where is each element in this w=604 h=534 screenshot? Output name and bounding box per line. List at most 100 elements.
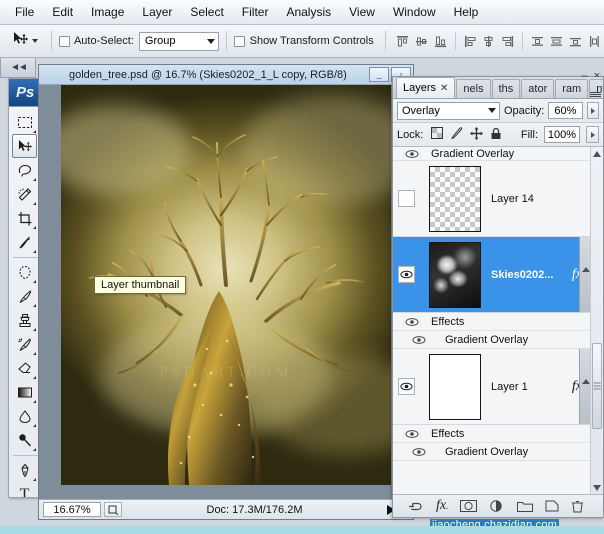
lock-transparent-pixels-icon[interactable]: [431, 127, 443, 142]
new-layer-icon[interactable]: [545, 500, 559, 512]
layer-thumbnail[interactable]: [429, 242, 481, 308]
layer-effect-row[interactable]: Gradient Overlay: [393, 443, 590, 461]
align-bottom-edges-icon[interactable]: [431, 32, 450, 51]
distribute-bottom-edges-icon[interactable]: [566, 32, 585, 51]
panel-menu-icon[interactable]: [590, 92, 601, 97]
delete-layer-icon[interactable]: [571, 500, 584, 513]
menu-item-view[interactable]: View: [340, 2, 384, 22]
fill-slider-button[interactable]: [586, 126, 599, 143]
add-layer-mask-icon[interactable]: [460, 500, 477, 512]
document-title-bar[interactable]: golden_tree.psd @ 16.7% (Skies0202_1_L c…: [39, 65, 413, 85]
history-brush-tool-icon[interactable]: [12, 332, 37, 356]
effect-visibility-toggle[interactable]: [393, 147, 431, 160]
clone-stamp-tool-icon[interactable]: [12, 308, 37, 332]
add-layer-style-icon[interactable]: fx.: [436, 498, 448, 514]
auto-select-label: Auto-Select:: [74, 35, 134, 47]
status-preview-icon[interactable]: [104, 502, 122, 517]
align-top-edges-icon[interactable]: [393, 32, 412, 51]
lock-all-icon[interactable]: [490, 127, 502, 143]
align-left-edges-icon[interactable]: [461, 32, 480, 51]
current-tool-preset[interactable]: [8, 31, 44, 51]
menu-item-edit[interactable]: Edit: [43, 2, 82, 22]
distribute-vertical-centers-icon[interactable]: [547, 32, 566, 51]
effect-visibility-toggle[interactable]: [393, 331, 445, 348]
close-icon[interactable]: ✕: [440, 83, 448, 94]
gradient-tool-icon[interactable]: [12, 380, 37, 404]
tab-paths[interactable]: ths: [492, 79, 521, 98]
move-tool-icon[interactable]: [12, 134, 37, 158]
tool-preset-chevron-down-icon[interactable]: [32, 39, 38, 43]
rectangular-marquee-tool-icon[interactable]: [12, 110, 37, 134]
menu-item-layer[interactable]: Layer: [133, 2, 181, 22]
tab-layers[interactable]: Layers ✕: [396, 77, 455, 98]
lock-position-icon[interactable]: [470, 127, 483, 143]
menu-item-filter[interactable]: Filter: [233, 2, 278, 22]
menu-item-analysis[interactable]: Analysis: [277, 2, 340, 22]
new-adjustment-layer-icon[interactable]: [489, 500, 505, 512]
blur-tool-icon[interactable]: [12, 404, 37, 428]
layers-scrollbar[interactable]: [590, 147, 603, 494]
lasso-tool-icon[interactable]: [12, 158, 37, 182]
layer-name[interactable]: Layer 1: [481, 381, 572, 393]
layer-list-inner-scrollbar[interactable]: [579, 237, 590, 312]
layer-list-inner-scrollbar[interactable]: [579, 349, 590, 424]
magic-wand-tool-icon[interactable]: [12, 182, 37, 206]
show-transform-controls-checkbox[interactable]: [234, 36, 245, 47]
layer-thumbnail[interactable]: [429, 354, 481, 420]
effects-visibility-toggle[interactable]: [393, 425, 431, 442]
layer-thumbnail[interactable]: [429, 166, 481, 232]
tab-histogram[interactable]: ram: [555, 79, 588, 98]
menu-item-help[interactable]: Help: [445, 2, 488, 22]
layer-effect-row[interactable]: Gradient Overlay: [393, 147, 590, 161]
effects-visibility-toggle[interactable]: [393, 313, 431, 330]
fill-field[interactable]: 100%: [544, 126, 580, 143]
scroll-up-arrow-icon[interactable]: [591, 147, 603, 160]
zoom-level-field[interactable]: 16.67%: [43, 502, 101, 517]
tab-navigator[interactable]: ator: [521, 79, 554, 98]
pen-tool-icon[interactable]: [12, 458, 37, 482]
layer-effects-row[interactable]: Effects: [393, 425, 590, 443]
tab-channels[interactable]: nels: [456, 79, 490, 98]
layer-effect-row[interactable]: Gradient Overlay: [393, 331, 590, 349]
layer-effects-row[interactable]: Effects: [393, 313, 590, 331]
panel-tab-strip: Layers ✕ nels ths ator ram nfo: [393, 77, 603, 99]
scroll-down-arrow-icon[interactable]: [591, 481, 603, 494]
blend-mode-dropdown[interactable]: Overlay: [397, 102, 500, 120]
new-group-icon[interactable]: [517, 500, 533, 512]
menu-item-window[interactable]: Window: [384, 2, 445, 22]
dodge-tool-icon[interactable]: [12, 428, 37, 452]
menu-item-file[interactable]: File: [6, 2, 43, 22]
opacity-slider-button[interactable]: [587, 102, 599, 119]
horizontal-type-tool-icon[interactable]: T: [12, 482, 37, 498]
auto-select-dropdown[interactable]: Group: [139, 32, 219, 51]
distribute-left-edges-icon[interactable]: [585, 32, 604, 51]
align-right-edges-icon[interactable]: [498, 32, 517, 51]
effect-visibility-toggle[interactable]: [393, 443, 445, 460]
table-row[interactable]: Layer 14: [393, 161, 590, 237]
minimize-button[interactable]: _: [369, 67, 389, 82]
menu-item-select[interactable]: Select: [181, 2, 232, 22]
distribute-top-edges-icon[interactable]: [528, 32, 547, 51]
eraser-tool-icon[interactable]: [12, 356, 37, 380]
layer-name[interactable]: Layer 14: [481, 193, 590, 205]
menu-item-image[interactable]: Image: [82, 2, 133, 22]
align-horizontal-centers-icon[interactable]: [479, 32, 498, 51]
eye-icon: [412, 447, 426, 457]
link-layers-icon[interactable]: [407, 501, 424, 512]
crop-tool-icon[interactable]: [12, 206, 37, 230]
table-row[interactable]: Layer 1 fx: [393, 349, 590, 425]
brush-tool-icon[interactable]: [12, 284, 37, 308]
scrollbar-thumb[interactable]: [592, 343, 602, 429]
lock-image-pixels-icon[interactable]: [450, 127, 463, 142]
auto-select-checkbox[interactable]: [59, 36, 70, 47]
collapse-panel-icon[interactable]: ◄◄: [0, 58, 36, 78]
layer-visibility-toggle[interactable]: [393, 237, 419, 312]
align-vertical-centers-icon[interactable]: [412, 32, 431, 51]
slice-tool-icon[interactable]: [12, 230, 37, 254]
layer-name[interactable]: Skies0202...: [481, 269, 572, 281]
table-row[interactable]: Skies0202... fx: [393, 237, 590, 313]
layer-visibility-toggle[interactable]: [393, 161, 419, 236]
layer-visibility-toggle[interactable]: [393, 349, 419, 424]
healing-brush-tool-icon[interactable]: [12, 260, 37, 284]
opacity-field[interactable]: 60%: [548, 102, 582, 119]
